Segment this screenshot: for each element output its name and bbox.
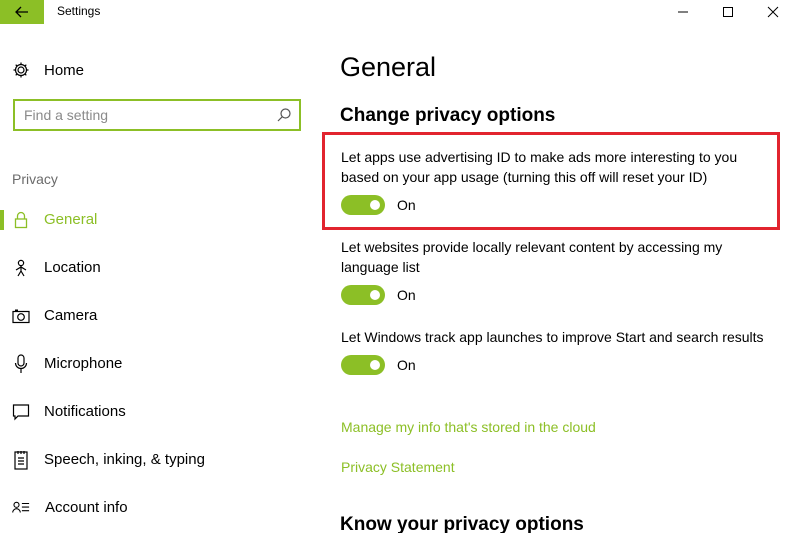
sidebar-item-label: General xyxy=(44,211,98,228)
section-title: Change privacy options xyxy=(340,105,556,126)
toggle-state-label: On xyxy=(397,197,416,213)
sidebar-item-label: Location xyxy=(44,259,101,276)
account-info-icon xyxy=(12,498,30,518)
settings-window: Settings Home Privacy xyxy=(0,0,790,533)
setting-description: Let apps use advertising ID to make ads … xyxy=(341,149,738,185)
toggle-row: On xyxy=(341,355,771,375)
sidebar-item-notifications[interactable]: Notifications xyxy=(0,400,320,424)
title-bar: Settings xyxy=(0,0,790,24)
microphone-icon xyxy=(12,354,30,374)
maximize-icon xyxy=(723,7,733,17)
sidebar-item-label: Account info xyxy=(45,499,128,516)
speech-icon xyxy=(12,450,30,470)
nav-home[interactable]: Home xyxy=(12,59,84,81)
manage-info-link[interactable]: Manage my info that's stored in the clou… xyxy=(341,419,596,435)
search-box[interactable] xyxy=(13,99,301,131)
sidebar-item-general[interactable]: General xyxy=(0,208,320,232)
sidebar: Home Privacy General xyxy=(0,24,320,533)
sidebar-item-microphone[interactable]: Microphone xyxy=(0,352,320,376)
toggle-knob xyxy=(370,360,380,370)
toggle-state-label: On xyxy=(397,287,416,303)
search-icon[interactable] xyxy=(276,107,292,123)
active-indicator xyxy=(0,210,4,230)
sidebar-item-account-info[interactable]: Account info xyxy=(0,496,320,520)
location-person-icon xyxy=(12,258,30,278)
setting-description: Let websites provide locally relevant co… xyxy=(341,239,723,275)
sidebar-item-location[interactable]: Location xyxy=(0,256,320,280)
camera-icon xyxy=(12,306,30,326)
toggle-row: On xyxy=(341,285,771,305)
close-icon xyxy=(767,6,779,18)
setting-track-app-launches: Let Windows track app launches to improv… xyxy=(341,327,771,375)
back-button[interactable] xyxy=(0,0,44,24)
know-privacy-options-title: Know your privacy options xyxy=(340,514,584,533)
back-arrow-icon xyxy=(15,6,28,18)
search-input[interactable] xyxy=(24,105,274,125)
advertising-id-toggle[interactable] xyxy=(341,195,385,215)
minimize-button[interactable] xyxy=(661,0,705,24)
toggle-row: On xyxy=(341,195,771,215)
lock-icon xyxy=(12,210,30,230)
sidebar-item-camera[interactable]: Camera xyxy=(0,304,320,328)
privacy-statement-link[interactable]: Privacy Statement xyxy=(341,459,455,475)
main-content: General Change privacy options Let apps … xyxy=(320,24,790,533)
setting-advertising-id: Let apps use advertising ID to make ads … xyxy=(341,147,771,215)
sidebar-item-label: Notifications xyxy=(44,403,126,420)
gear-icon xyxy=(13,62,29,78)
sidebar-item-label: Speech, inking, & typing xyxy=(44,451,205,468)
maximize-button[interactable] xyxy=(706,0,750,24)
setting-description: Let Windows track app launches to improv… xyxy=(341,329,764,345)
sidebar-item-label: Microphone xyxy=(44,355,123,372)
setting-language-list: Let websites provide locally relevant co… xyxy=(341,237,771,305)
privacy-section-label: Privacy xyxy=(12,171,58,187)
language-list-toggle[interactable] xyxy=(341,285,385,305)
sidebar-item-label: Camera xyxy=(44,307,98,324)
close-button[interactable] xyxy=(751,0,790,24)
sidebar-item-speech[interactable]: Speech, inking, & typing xyxy=(0,448,320,472)
toggle-knob xyxy=(370,200,380,210)
minimize-icon xyxy=(678,11,688,13)
app-title: Settings xyxy=(57,4,101,18)
notifications-icon xyxy=(12,402,30,422)
page-title: General xyxy=(340,52,437,82)
nav-home-label: Home xyxy=(44,61,85,79)
track-app-launches-toggle[interactable] xyxy=(341,355,385,375)
toggle-knob xyxy=(370,290,380,300)
toggle-state-label: On xyxy=(397,357,416,373)
